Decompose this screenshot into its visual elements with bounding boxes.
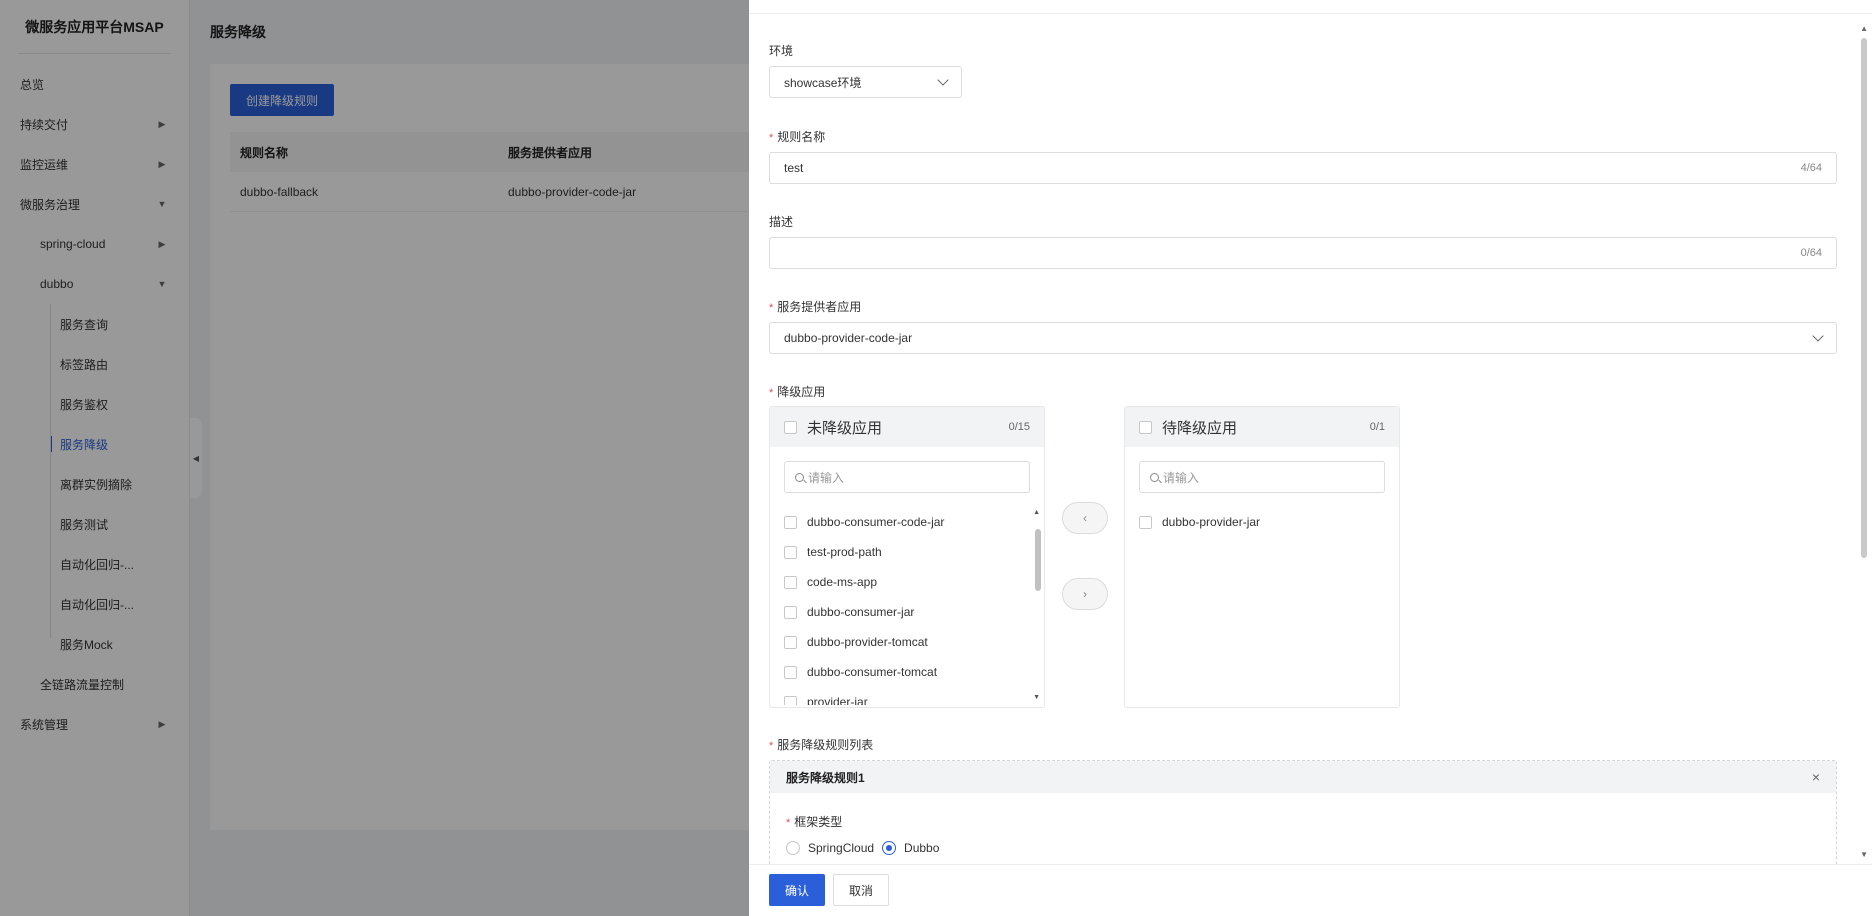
transfer-target-list: dubbo-provider-jar: [1125, 507, 1399, 705]
required-mark: *: [786, 817, 791, 829]
rule-card-header: 服务降级规则1 ×: [770, 761, 1836, 793]
required-mark: *: [769, 387, 774, 399]
transfer-source-panel: 未降级应用 0/15 请输入 dubbo-consumer-code-jar t…: [769, 406, 1045, 708]
transfer-source-header: 未降级应用 0/15: [770, 407, 1044, 447]
framework-label: * 框架类型: [786, 815, 843, 829]
provider-select-value: dubbo-provider-code-jar: [784, 331, 913, 345]
drawer-footer: 确认 取消: [749, 864, 1872, 916]
select-all-source-checkbox[interactable]: [784, 420, 797, 434]
rule-name-counter: 4/64: [1800, 162, 1822, 174]
transfer-target-header: 待降级应用 0/1: [1125, 407, 1399, 447]
list-item[interactable]: provider-jar: [770, 687, 1044, 705]
list-item[interactable]: dubbo-consumer-jar: [770, 597, 1044, 627]
select-all-target-checkbox[interactable]: [1139, 420, 1152, 434]
env-select-value: showcase环境: [784, 75, 862, 90]
radio-label: SpringCloud: [808, 841, 875, 855]
create-rule-drawer: 环境 showcase环境 * 规则名称 test 4/64 描述 0/64 * 服…: [749, 0, 1872, 916]
required-mark: *: [769, 132, 774, 144]
env-select[interactable]: showcase环境: [769, 66, 962, 98]
provider-select[interactable]: dubbo-provider-code-jar: [769, 322, 1837, 354]
scroll-up-arrow-icon[interactable]: ▲: [1860, 24, 1868, 33]
move-right-button[interactable]: ›: [1062, 578, 1108, 610]
chevron-down-icon: [937, 74, 949, 86]
framework-radio-group: SpringCloud Dubbo: [786, 841, 939, 855]
description-label: 描述: [769, 215, 794, 229]
transfer-source-list: dubbo-consumer-code-jar test-prod-path c…: [770, 507, 1044, 705]
app-root: 微服务应用平台MSAP 总览 持续交付 ▶ 监控运维 ▶ 微服务治理 ▼ spring…: [0, 0, 1872, 916]
radio-label: Dubbo: [904, 841, 940, 855]
rule-list-label: * 服务降级规则列表: [769, 738, 874, 752]
item-checkbox[interactable]: [784, 695, 797, 705]
close-icon[interactable]: ×: [1812, 769, 1820, 785]
transfer-target-panel: 待降级应用 0/1 请输入 dubbo-provider-jar: [1124, 406, 1400, 708]
chevron-left-icon: ‹: [1083, 511, 1087, 525]
list-item[interactable]: dubbo-provider-tomcat: [770, 627, 1044, 657]
search-icon: [795, 472, 804, 482]
required-mark: *: [769, 740, 774, 752]
cancel-button[interactable]: 取消: [833, 874, 889, 906]
rule-name-value: test: [784, 161, 804, 175]
transfer-target-count: 0/1: [1369, 421, 1385, 433]
list-item[interactable]: test-prod-path: [770, 537, 1044, 567]
item-checkbox[interactable]: [784, 605, 797, 619]
rule-name-input[interactable]: test 4/64: [769, 152, 1837, 184]
confirm-button[interactable]: 确认: [769, 874, 825, 906]
transfer-target-title: 待降级应用: [1162, 419, 1238, 437]
item-checkbox[interactable]: [784, 575, 797, 589]
scroll-down-arrow-icon[interactable]: ▼: [1033, 694, 1040, 701]
transfer-source-title: 未降级应用: [807, 419, 883, 437]
provider-label: * 服务提供者应用: [769, 300, 862, 314]
env-label: 环境: [769, 44, 794, 58]
description-input[interactable]: 0/64: [769, 237, 1837, 269]
search-icon: [1150, 472, 1159, 482]
search-placeholder: 请输入: [1163, 470, 1200, 485]
chevron-right-icon: ›: [1083, 587, 1087, 601]
list-item[interactable]: code-ms-app: [770, 567, 1044, 597]
search-placeholder: 请输入: [808, 470, 845, 485]
transfer-source-search[interactable]: 请输入: [784, 461, 1030, 493]
rule-name-label: * 规则名称: [769, 130, 826, 144]
drawer-form: 环境 showcase环境 * 规则名称 test 4/64 描述 0/64 * 服…: [769, 14, 1837, 864]
move-left-button[interactable]: ‹: [1062, 502, 1108, 534]
description-counter: 0/64: [1800, 247, 1822, 259]
rule-card-title: 服务降级规则1: [786, 770, 865, 785]
item-checkbox[interactable]: [784, 665, 797, 679]
list-item[interactable]: dubbo-provider-jar: [1125, 507, 1399, 537]
degrade-apps-label: * 降级应用: [769, 385, 826, 399]
item-checkbox[interactable]: [784, 515, 797, 529]
drawer-scrollbar-thumb[interactable]: [1861, 38, 1867, 558]
list-item[interactable]: dubbo-consumer-tomcat: [770, 657, 1044, 687]
item-checkbox[interactable]: [784, 635, 797, 649]
rule-card: 服务降级规则1 × * 框架类型 SpringCloud Dubbo: [769, 760, 1837, 864]
radio-dubbo[interactable]: [882, 841, 897, 855]
transfer-source-count: 0/15: [1008, 421, 1030, 433]
scroll-up-arrow-icon[interactable]: ▲: [1033, 509, 1040, 516]
scroll-down-arrow-icon[interactable]: ▼: [1860, 850, 1868, 859]
list-item[interactable]: dubbo-consumer-code-jar: [770, 507, 1044, 537]
chevron-down-icon: [1812, 330, 1824, 342]
required-mark: *: [769, 302, 774, 314]
list-scrollbar-thumb[interactable]: [1035, 529, 1041, 591]
transfer-target-search[interactable]: 请输入: [1139, 461, 1385, 493]
item-checkbox[interactable]: [1139, 515, 1152, 529]
radio-springcloud[interactable]: [786, 841, 800, 855]
item-checkbox[interactable]: [784, 545, 797, 559]
